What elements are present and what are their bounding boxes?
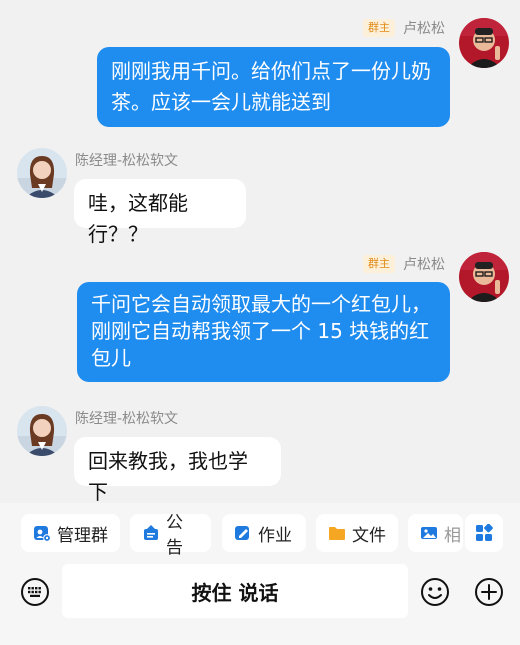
hold-to-talk-button[interactable]: 按住 说话 <box>62 564 408 618</box>
announcement-icon <box>144 525 158 540</box>
message-bubble[interactable]: 哇，这都能行？？ <box>74 179 246 246</box>
sender-name: 陈经理-松松软文 <box>75 411 179 427</box>
toolbar-manage-group-button[interactable]: 管理群 <box>21 514 120 552</box>
manage-group-icon <box>34 526 51 542</box>
owner-badge: 群主 <box>363 255 395 273</box>
toolbar-label: 文件 <box>352 525 386 546</box>
message-line: 刚刚它自动帮我领了一个 15 块钱的红 <box>91 319 430 343</box>
toolbar-files-button[interactable]: 文件 <box>316 514 398 552</box>
avatar[interactable] <box>17 406 67 456</box>
toolbar-more-button[interactable] <box>465 514 503 552</box>
folder-icon <box>329 527 345 540</box>
homework-icon <box>235 526 249 540</box>
sender-row: 群主 卢松松 <box>363 254 445 274</box>
toolbar-label: 相 <box>444 525 461 546</box>
message-bubble[interactable]: 回来教我，我也学下 <box>74 437 281 504</box>
emoji-icon[interactable] <box>420 577 450 607</box>
keyboard-icon[interactable] <box>20 577 50 607</box>
toolbar-label: 公告 <box>166 513 183 558</box>
message-line: 回来教我，我也学下 <box>88 449 248 504</box>
sender-row: 群主 卢松松 <box>363 18 445 38</box>
message-bubble[interactable]: 刚刚我用千问。给你们点了一份儿奶 茶。应该一会儿就能送到 <box>97 47 450 127</box>
message-line: 千问它会自动领取最大的一个红包儿， <box>91 292 431 316</box>
sender-name: 卢松松 <box>403 257 445 273</box>
avatar[interactable] <box>17 148 67 198</box>
chat-area: 群主 卢松松 刚刚我用千问。给你们点了一份儿奶 茶。应该一会儿就能送到 陈经理-… <box>0 0 520 504</box>
toolbar-homework-button[interactable]: 作业 <box>222 514 306 552</box>
plus-icon[interactable] <box>474 577 504 607</box>
toolbar-announcement-button[interactable]: 公告 <box>130 513 211 558</box>
message-line: 哇，这都能行？？ <box>88 191 188 246</box>
toolbar-album-button[interactable]: 相 <box>408 514 463 552</box>
avatar[interactable] <box>459 18 509 68</box>
input-bar: 按住 说话 <box>0 555 520 645</box>
sender-name: 卢松松 <box>403 21 445 37</box>
image-icon <box>421 527 437 539</box>
toolbar-label: 作业 <box>258 525 292 546</box>
message-line: 刚刚我用千问。给你们点了一份儿奶 <box>111 59 431 83</box>
apps-grid-icon <box>476 524 493 541</box>
message-bubble[interactable]: 千问它会自动领取最大的一个红包儿， 刚刚它自动帮我领了一个 15 块钱的红 包儿 <box>77 282 450 382</box>
sender-name: 陈经理-松松软文 <box>75 153 179 169</box>
message-line: 茶。应该一会儿就能送到 <box>111 90 331 114</box>
owner-badge: 群主 <box>363 19 395 37</box>
avatar[interactable] <box>459 252 509 302</box>
message-line: 包儿 <box>91 346 131 370</box>
toolbar-label: 管理群 <box>57 525 108 546</box>
